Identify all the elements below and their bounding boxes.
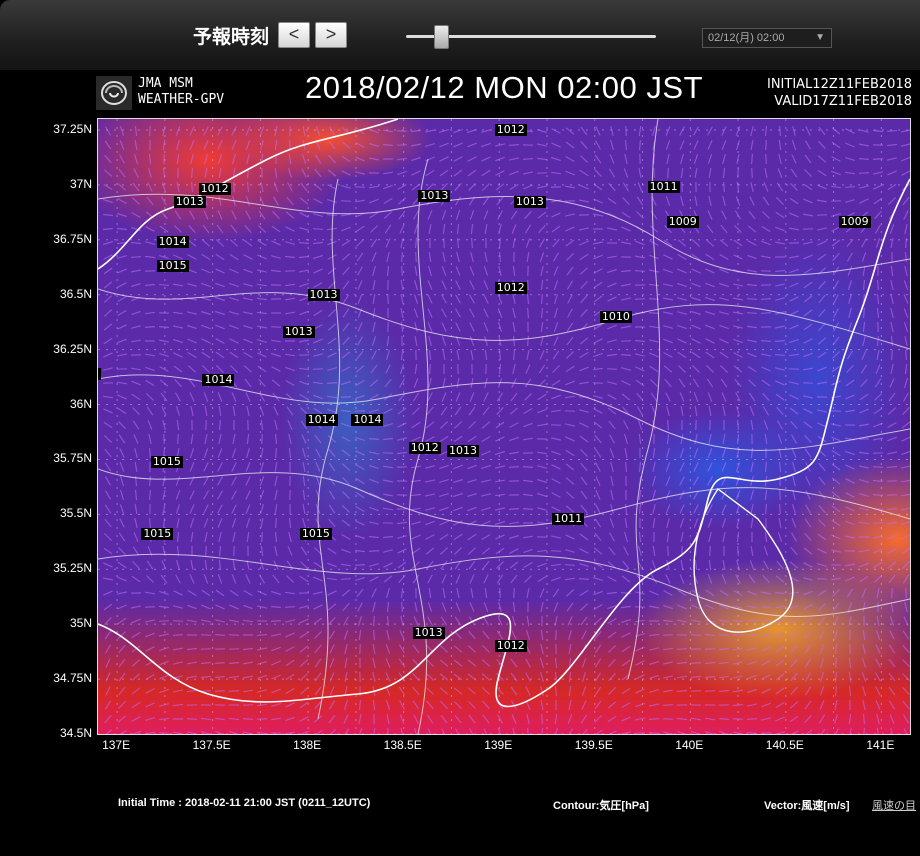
isobar-value-label: 1012 <box>198 182 231 196</box>
y-tick-label: 35.25N <box>53 561 92 576</box>
model-line-1: JMA MSM <box>138 76 193 91</box>
initial-time-code: INITIAL12Z11FEB2018 <box>767 77 912 92</box>
isobar-value-label: 1013 <box>412 625 445 639</box>
x-tick-label: 140.5E <box>765 738 804 752</box>
jma-swirl-logo-icon <box>96 76 132 110</box>
vector-legend: Vector:風速[m/s] <box>764 800 850 812</box>
y-tick-label: 36.5N <box>59 286 92 301</box>
prev-time-button[interactable]: < <box>278 22 310 48</box>
y-tick-label: 36.75N <box>53 231 92 246</box>
run-info: INITIAL12Z11FEB2018 VALID17Z11FEB2018 <box>767 76 912 110</box>
y-tick-label: 34.75N <box>53 671 92 686</box>
y-tick-label: 36N <box>69 396 92 411</box>
isobar-value-label: 1013 <box>282 325 315 339</box>
isobar-contour <box>98 468 910 527</box>
y-tick-label: 36.25N <box>53 341 92 356</box>
x-tick-label: 141E <box>866 738 895 752</box>
isobar-value-label: 1011 <box>647 180 680 194</box>
valid-time-code: VALID17Z11FEB2018 <box>774 94 912 109</box>
isobar-value-label: 1014 <box>351 412 384 426</box>
isobar-value-label: 1012 <box>408 441 441 455</box>
isobar-value-label: 1009 <box>838 215 871 229</box>
isobar-value-label: 1014 <box>202 373 235 387</box>
isobar-value-label: 1012 <box>494 122 527 136</box>
model-line-2: WEATHER-GPV <box>138 92 225 107</box>
chevron-down-icon: ▼ <box>815 32 825 43</box>
isobar-value-label: 1012 <box>494 281 527 295</box>
coastline <box>98 178 910 708</box>
selected-time-value: 02/12(月) 02:00 <box>708 32 785 44</box>
forecast-datetime-title: 2018/02/12 MON 02:00 JST <box>305 70 704 105</box>
isobar-value-label: 1015 <box>299 527 332 541</box>
isobar-value-label: 1012 <box>494 639 527 653</box>
time-select-dropdown[interactable]: 02/12(月) 02:00 ▼ <box>702 28 832 48</box>
y-tick-label: 37N <box>69 176 92 191</box>
y-tick-label: 37.25N <box>53 121 92 136</box>
x-tick-label: 139.5E <box>574 738 613 752</box>
initial-time-footer: Initial Time : 2018-02-11 21:00 JST (021… <box>118 797 371 809</box>
y-tick-label: 35N <box>69 616 92 631</box>
isobar-contour <box>317 178 341 720</box>
wind-guide-link[interactable]: 風速の目 <box>872 797 916 813</box>
isobar-value-label: 1010 <box>599 309 632 323</box>
next-time-button[interactable]: > <box>315 22 347 48</box>
isobar-value-label: 1015 <box>98 367 101 380</box>
isobar-value-label: 1015 <box>156 259 189 273</box>
y-tick-label: 34.5N <box>59 726 92 740</box>
isobar-value-label: 1013 <box>447 443 479 457</box>
weather-map[interactable]: 1012 1012 1013 1013 1013 1011 1009 1009 1014 1015… <box>97 118 911 735</box>
isobar-value-label: 1015 <box>141 527 174 541</box>
isobar-value-label: 1014 <box>305 412 338 426</box>
isobar-value-label: 1014 <box>156 235 189 248</box>
isobar-value-label: 1013 <box>173 195 206 209</box>
x-tick-label: 138.5E <box>383 738 422 752</box>
isobar-value-label: 1009 <box>666 215 699 229</box>
x-tick-label: 137E <box>102 738 131 752</box>
forecast-time-label: 予報時刻 <box>193 27 270 48</box>
isobar-contour <box>98 288 910 350</box>
x-tick-label: 139E <box>484 738 513 752</box>
isobar-value-label: 1013 <box>307 287 340 301</box>
x-tick-label: 137.5E <box>192 738 231 752</box>
model-name: JMA MSM WEATHER-GPV <box>138 76 224 108</box>
isobar-value-label: 1013 <box>418 188 451 202</box>
isobar-value-label: 1013 <box>513 195 546 209</box>
x-tick-label: 138E <box>293 738 322 752</box>
contour-legend: Contour:気圧[hPa] <box>553 800 649 812</box>
isobar-contour <box>98 193 910 276</box>
x-tick-label: 140E <box>675 738 704 752</box>
time-slider-handle[interactable] <box>434 25 449 49</box>
y-tick-label: 35.5N <box>59 506 92 521</box>
isobar-value-label: 1011 <box>552 511 585 525</box>
top-toolbar: 予報時刻 < > 02/12(月) 02:00 ▼ <box>0 0 920 70</box>
isobar-value-label: 1015 <box>150 454 183 468</box>
y-tick-label: 35.75N <box>53 451 92 466</box>
